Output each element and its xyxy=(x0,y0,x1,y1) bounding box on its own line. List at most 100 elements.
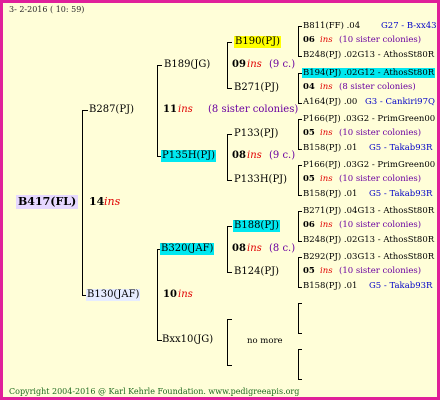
connector xyxy=(298,303,302,304)
g4-ins: ins xyxy=(320,82,333,92)
connector xyxy=(227,272,232,273)
g2-ins: ins xyxy=(247,243,262,254)
connector xyxy=(298,379,302,380)
connector xyxy=(157,249,158,341)
g4-ins: ins xyxy=(320,35,333,45)
g4-number: 06 xyxy=(303,220,315,230)
g4-ins: ins xyxy=(320,266,333,276)
connector xyxy=(227,226,228,273)
g4-queen-a[interactable]: B811(FF) .04 xyxy=(303,21,360,31)
connector xyxy=(298,165,302,166)
g4-number: 04 xyxy=(303,82,315,92)
queen-g2[interactable]: P135H(PJ) xyxy=(161,150,217,162)
connector xyxy=(227,42,228,89)
root-number: 14 xyxy=(89,195,105,208)
queen-g3[interactable]: B190(PJ) xyxy=(234,36,281,48)
sister-colonies: (10 sister colonies) xyxy=(339,220,422,230)
g2-ins: ins xyxy=(247,150,262,161)
connector xyxy=(227,88,232,89)
g4-queen-b[interactable]: B158(PJ) .01 xyxy=(303,189,357,199)
connector xyxy=(227,226,232,227)
g4-queen-a-line: G27 - B-xx43 xyxy=(381,21,437,31)
sister-colonies: (10 sister colonies) xyxy=(339,128,422,138)
g4-queen-b[interactable]: B158(PJ) .01 xyxy=(303,281,357,291)
connector xyxy=(298,26,299,57)
g4-number: 05 xyxy=(303,174,315,184)
connector xyxy=(298,303,299,334)
connector xyxy=(227,365,232,366)
g4-queen-b[interactable]: B248(PJ) .02G13 - AthosSt80R xyxy=(303,235,434,245)
sister-colonies: (8 sister colonies) xyxy=(339,82,416,92)
connector xyxy=(227,134,228,181)
queen-g2[interactable]: B320(JAF) xyxy=(160,243,215,255)
g4-queen-a[interactable]: B292(PJ) .03G13 - AthosSt80R xyxy=(303,252,434,262)
sister-colonies: (10 sister colonies) xyxy=(339,174,422,184)
pedigree-frame: 3- 2-2016 ( 10: 59) B417(FL) 14 ins B287… xyxy=(0,0,440,400)
g4-queen-a[interactable]: B271(PJ) .04G13 - AthosSt80R xyxy=(303,206,434,216)
connector xyxy=(298,73,299,104)
copyright-footer: Copyright 2004-2016 @ Karl Kehrle Founda… xyxy=(9,387,300,396)
g4-number: 05 xyxy=(303,266,315,276)
sister-colonies: (8 c.) xyxy=(269,243,296,254)
queen-g3[interactable]: B124(PJ) xyxy=(234,266,279,278)
connector xyxy=(298,241,302,242)
queen-g2[interactable]: B189(JG) xyxy=(164,59,210,71)
connector xyxy=(298,149,302,150)
g4-number: 06 xyxy=(303,35,315,45)
connector xyxy=(298,211,299,242)
g4-ins: ins xyxy=(320,220,333,230)
queen-g3[interactable]: B188(PJ) xyxy=(233,220,280,232)
connector xyxy=(298,349,299,380)
g4-queen-b-line: G5 - Takab93R xyxy=(369,189,433,199)
connector xyxy=(298,257,302,258)
connector xyxy=(298,56,302,57)
g1-ins: ins xyxy=(178,289,193,300)
g2-number: 09 xyxy=(232,59,246,70)
g2-number: 08 xyxy=(232,243,246,254)
g4-queen-a[interactable]: B194(PJ) .02G12 - AthosSt80R xyxy=(302,68,436,78)
queen-g2[interactable]: Bxx10(JG) xyxy=(162,334,213,346)
sister-colonies: (9 c.) xyxy=(269,59,296,70)
connector xyxy=(298,333,302,334)
queen-g3[interactable]: B271(PJ) xyxy=(234,82,279,94)
connector xyxy=(298,195,302,196)
connector xyxy=(227,319,228,366)
g4-queen-a[interactable]: P166(PJ) .03G2 - PrimGreen00 xyxy=(303,160,435,170)
connector xyxy=(157,65,158,157)
connector xyxy=(227,180,232,181)
timestamp: 3- 2-2016 ( 10: 59) xyxy=(9,5,85,14)
connector xyxy=(298,287,302,288)
root-ins: ins xyxy=(104,195,121,208)
g4-queen-b[interactable]: B158(PJ) .01 xyxy=(303,143,357,153)
connector xyxy=(298,257,299,288)
connector xyxy=(298,211,302,212)
g1-number: 10 xyxy=(163,289,177,300)
connector xyxy=(298,119,302,120)
connector xyxy=(227,42,232,43)
g2-number: 08 xyxy=(232,150,246,161)
sister-colonies: (10 sister colonies) xyxy=(339,35,422,45)
g4-queen-a[interactable]: P166(PJ) .03G2 - PrimGreen00 xyxy=(303,114,435,124)
g4-queen-b[interactable]: A164(PJ) .00 xyxy=(303,97,357,107)
queen-g3[interactable]: P133(PJ) xyxy=(234,128,278,140)
connector xyxy=(298,26,302,27)
sister-colonies: (8 sister colonies) xyxy=(208,104,299,115)
g4-ins: ins xyxy=(320,174,333,184)
connector xyxy=(82,110,83,296)
g1-number: 11 xyxy=(163,104,177,115)
connector xyxy=(298,349,302,350)
queen-sire[interactable]: B287(PJ) xyxy=(89,104,134,116)
queen-dam[interactable]: B130(JAF) xyxy=(86,289,141,301)
g4-queen-b-line: G5 - Takab93R xyxy=(369,143,433,153)
queen-root[interactable]: B417(FL) xyxy=(16,195,79,209)
queen-g3[interactable]: P133H(PJ) xyxy=(234,174,287,186)
connector xyxy=(298,103,302,104)
connector xyxy=(227,134,232,135)
connector xyxy=(298,119,299,150)
sister-colonies: (10 sister colonies) xyxy=(339,266,422,276)
g4-queen-b[interactable]: B248(PJ) .02G13 - AthosSt80R xyxy=(303,50,434,60)
connector xyxy=(82,110,88,111)
g1-ins: ins xyxy=(178,104,193,115)
connector xyxy=(298,165,299,196)
g4-queen-b-line: G5 - Takab93R xyxy=(369,281,433,291)
